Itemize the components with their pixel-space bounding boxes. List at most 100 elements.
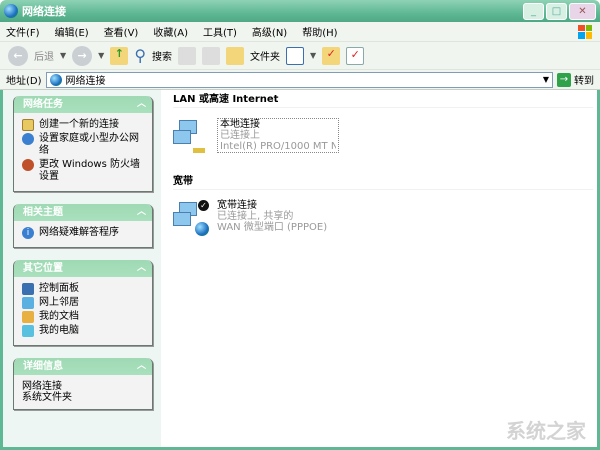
document-check-icon[interactable]: ✓ — [346, 46, 365, 65]
place-my-documents[interactable]: 我的文档 — [22, 311, 144, 323]
go-arrow-icon: → — [557, 72, 571, 87]
menu-favorites[interactable]: 收藏(A) — [153, 24, 188, 39]
details-name: 网络连接 — [22, 381, 62, 392]
panel-other-places: 其它位置 ︿ 控制面板 网上邻居 我的文档 我的电脑 — [13, 260, 153, 346]
collapse-chevron-icon[interactable]: ︿ — [137, 204, 146, 221]
forward-button[interactable]: → — [72, 45, 93, 66]
go-button[interactable]: → 转到 — [557, 72, 594, 87]
panel-title: 详细信息 — [23, 361, 63, 372]
go-label: 转到 — [574, 76, 594, 87]
details-type: 系统文件夹 — [22, 392, 72, 403]
back-button[interactable]: 后退 — [34, 48, 54, 63]
connection-status: 已连接上 — [220, 130, 260, 141]
address-dropdown[interactable]: ▼ — [540, 75, 552, 84]
my-documents-icon — [22, 311, 34, 323]
folders-button[interactable]: 文件夹 — [250, 48, 280, 63]
task-pane: 网络任务 ︿ 创建一个新的连接 设置家庭或小型办公网络 更改 Windows 防火… — [3, 90, 161, 447]
task-setup-home-network[interactable]: 设置家庭或小型办公网络 — [22, 133, 144, 157]
home-network-icon — [22, 133, 34, 145]
place-my-computer[interactable]: 我的电脑 — [22, 325, 144, 337]
new-connection-icon — [22, 119, 34, 131]
info-icon: i — [22, 227, 34, 239]
title-bar[interactable]: 网络连接 _ □ ✕ — [0, 0, 600, 22]
connection-broadband[interactable]: ✓ 宽带连接 已连接上, 共享的 WAN 微型端口 (PPPOE) — [173, 200, 597, 236]
menu-tools[interactable]: 工具(T) — [203, 24, 237, 39]
address-label: 地址(D) — [6, 76, 42, 87]
item-label: 创建一个新的连接 — [39, 119, 119, 130]
toolbar: ← 后退 ▼ → ▼ ↑ ⚲ 搜索 文件夹 ▼ ✓ ✓ — [0, 42, 600, 70]
network-places-icon — [22, 297, 34, 309]
connection-device: WAN 微型端口 (PPPOE) — [217, 222, 328, 233]
topic-network-troubleshooter[interactable]: i 网络疑难解答程序 — [22, 227, 144, 239]
group-header-broadband: 宽带 — [173, 172, 593, 190]
windows-logo-icon — [578, 24, 592, 39]
up-folder-icon[interactable]: ↑ — [110, 46, 129, 65]
panel-title: 相关主题 — [23, 207, 63, 218]
menu-bar: 文件(F) 编辑(E) 查看(V) 收藏(A) 工具(T) 高级(N) 帮助(H… — [0, 22, 600, 42]
connection-device: Intel(R) PRO/1000 MT Networ... — [220, 141, 336, 152]
panel-header[interactable]: 相关主题 ︿ — [14, 204, 152, 221]
panel-details: 详细信息 ︿ 网络连接 系统文件夹 — [13, 358, 153, 410]
panel-related-topics: 相关主题 ︿ i 网络疑难解答程序 — [13, 204, 153, 248]
connection-name: 本地连接 — [220, 119, 260, 130]
task-firewall-settings[interactable]: 更改 Windows 防火墙设置 — [22, 159, 144, 183]
back-arrow-icon[interactable]: ← — [8, 45, 28, 66]
move-to-icon[interactable] — [178, 46, 197, 65]
menu-advanced[interactable]: 高级(N) — [252, 24, 287, 39]
close-button[interactable]: ✕ — [569, 2, 596, 20]
item-label: 更改 Windows 防火墙设置 — [39, 159, 140, 182]
item-label: 设置家庭或小型办公网络 — [39, 133, 139, 156]
connection-name: 宽带连接 — [217, 200, 257, 211]
network-icon — [49, 73, 62, 86]
forward-dropdown[interactable]: ▼ — [98, 51, 104, 60]
menu-view[interactable]: 查看(V) — [104, 24, 139, 39]
menu-edit[interactable]: 编辑(E) — [55, 24, 89, 39]
collapse-chevron-icon[interactable]: ︿ — [137, 260, 146, 277]
item-label: 控制面板 — [39, 283, 79, 294]
lan-connection-icon — [173, 118, 209, 154]
maximize-button[interactable]: □ — [546, 2, 567, 20]
search-icon[interactable]: ⚲ — [134, 46, 146, 65]
address-bar: 地址(D) 网络连接 ▼ → 转到 — [0, 70, 600, 90]
address-value: 网络连接 — [65, 76, 106, 87]
item-label: 网上邻居 — [39, 297, 79, 308]
my-computer-icon — [22, 325, 34, 337]
firewall-icon — [22, 159, 34, 171]
collapse-chevron-icon[interactable]: ︿ — [137, 358, 146, 375]
folder-check-icon[interactable]: ✓ — [322, 46, 341, 65]
network-connections-icon — [4, 4, 18, 18]
place-control-panel[interactable]: 控制面板 — [22, 283, 144, 295]
menu-help[interactable]: 帮助(H) — [302, 24, 337, 39]
menu-file[interactable]: 文件(F) — [6, 24, 40, 39]
control-panel-icon — [22, 283, 34, 295]
window-title: 网络连接 — [22, 5, 66, 18]
item-label: 我的电脑 — [39, 325, 79, 336]
panel-header[interactable]: 详细信息 ︿ — [14, 358, 152, 375]
task-create-connection[interactable]: 创建一个新的连接 — [22, 119, 144, 131]
panel-title: 网络任务 — [23, 99, 63, 110]
connection-local-area[interactable]: 本地连接 已连接上 Intel(R) PRO/1000 MT Networ... — [173, 118, 597, 154]
panel-network-tasks: 网络任务 ︿ 创建一个新的连接 设置家庭或小型办公网络 更改 Windows 防火… — [13, 96, 153, 192]
back-dropdown[interactable]: ▼ — [60, 51, 66, 60]
internet-globe-icon — [195, 222, 209, 236]
views-dropdown[interactable]: ▼ — [310, 51, 316, 60]
collapse-chevron-icon[interactable]: ︿ — [137, 96, 146, 113]
connection-status: 已连接上, 共享的 — [217, 211, 294, 222]
address-input[interactable]: 网络连接 ▼ — [45, 71, 553, 88]
panel-header[interactable]: 网络任务 ︿ — [14, 96, 152, 113]
panel-header[interactable]: 其它位置 ︿ — [14, 260, 152, 277]
connected-check-icon: ✓ — [198, 200, 209, 211]
place-network-neighborhood[interactable]: 网上邻居 — [22, 297, 144, 309]
folders-icon[interactable] — [226, 46, 245, 65]
copy-to-icon[interactable] — [202, 46, 221, 65]
panel-title: 其它位置 — [23, 263, 63, 274]
views-icon[interactable] — [286, 46, 305, 65]
watermark: 系统之家 — [506, 419, 586, 443]
item-label: 我的文档 — [39, 311, 79, 322]
connections-list: LAN 或高速 Internet 本地连接 已连接上 Intel(R) PRO/… — [161, 90, 597, 447]
item-label: 网络疑难解答程序 — [39, 227, 119, 238]
broadband-connection-icon: ✓ — [173, 200, 209, 236]
group-header-lan: LAN 或高速 Internet — [173, 90, 593, 108]
search-button[interactable]: 搜索 — [152, 48, 172, 63]
minimize-button[interactable]: _ — [523, 2, 544, 20]
